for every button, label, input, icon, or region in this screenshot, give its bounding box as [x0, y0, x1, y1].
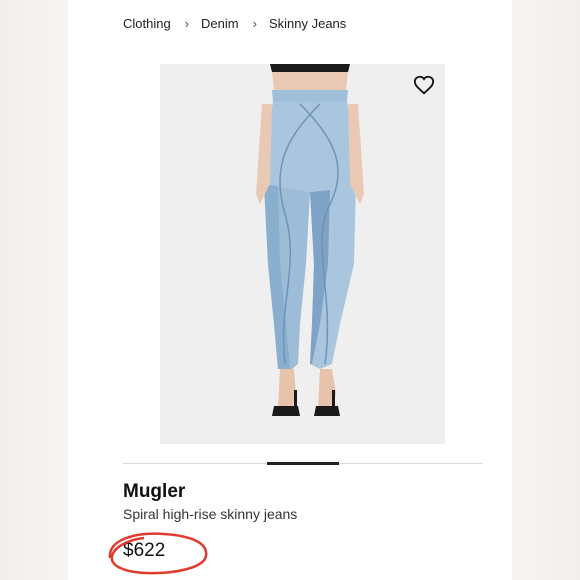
chevron-right-icon: › — [252, 16, 257, 31]
chevron-right-icon: › — [184, 16, 190, 31]
price-annotation-circle — [108, 532, 208, 575]
product-page: Clothing › Denim › Skinny Jeans Mugler S… — [68, 0, 512, 580]
heart-outline-icon — [413, 75, 435, 95]
product-image[interactable] — [160, 64, 445, 444]
product-name: Spiral high-rise skinny jeans — [123, 506, 298, 522]
jeans-illustration — [256, 64, 364, 416]
breadcrumb-denim[interactable]: Denim — [201, 16, 239, 31]
breadcrumb-skinny-jeans[interactable]: Skinny Jeans — [269, 16, 346, 31]
carousel-indicator[interactable] — [267, 462, 339, 465]
favorite-button[interactable] — [413, 74, 435, 96]
left-background — [0, 0, 68, 580]
breadcrumb-clothing[interactable]: Clothing — [123, 16, 171, 31]
right-background — [512, 0, 580, 580]
product-brand[interactable]: Mugler — [123, 481, 185, 503]
breadcrumb: Clothing › Denim › Skinny Jeans — [123, 16, 346, 31]
